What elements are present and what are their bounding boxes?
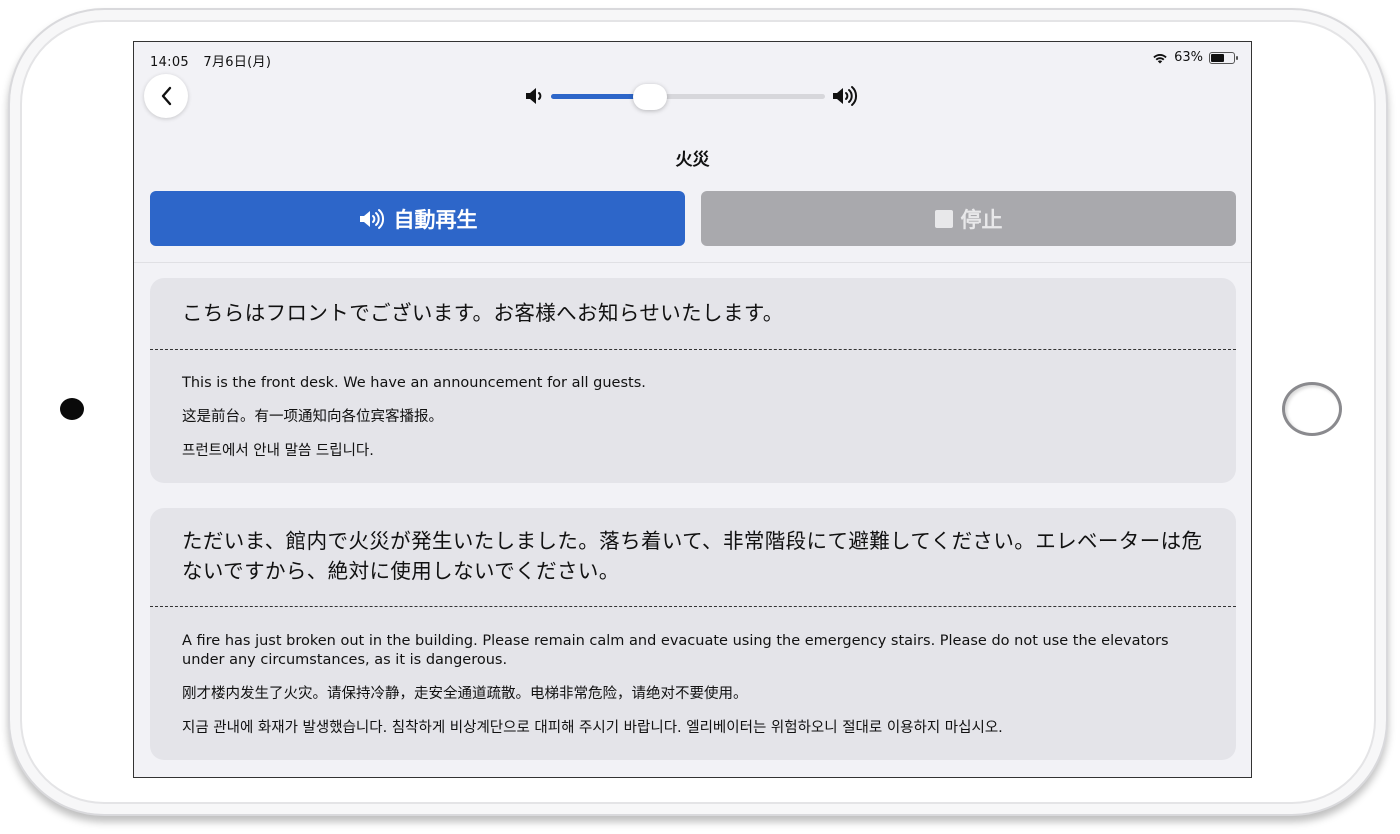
announcement-translations: This is the front desk. We have an annou… bbox=[182, 374, 1196, 476]
battery-icon bbox=[1209, 51, 1238, 64]
status-clock: 14:05 7月6日(月) bbox=[150, 51, 281, 70]
announcement-japanese: こちらはフロントでございます。お客様へお知らせいたします。 bbox=[182, 301, 784, 325]
announcement-translations: A fire has just broken out in the buildi… bbox=[182, 632, 1196, 753]
status-date: 7月6日(月) bbox=[203, 55, 272, 70]
status-time: 14:05 bbox=[150, 55, 189, 70]
volume-track[interactable] bbox=[551, 84, 825, 110]
autoplay-label: 自動再生 bbox=[393, 207, 478, 232]
translation-chinese: 这是前台。有一项通知向各位宾客播报。 bbox=[182, 409, 443, 425]
translation-korean: 지금 관내에 화재가 발생했습니다. 침착하게 비상계단으로 대피해 주시기 바… bbox=[182, 720, 1003, 736]
battery-level bbox=[1211, 53, 1225, 62]
page-title: 火災 bbox=[675, 150, 710, 170]
home-button[interactable] bbox=[1282, 382, 1342, 436]
volume-low-icon[interactable] bbox=[524, 85, 550, 107]
announcement-card[interactable]: ただいま、館内で火災が発生いたしました。落ち着いて、非常階段にて避難してください… bbox=[150, 508, 1236, 760]
stop-button[interactable]: 停止 bbox=[701, 191, 1236, 246]
battery-percent: 63% bbox=[1174, 50, 1203, 65]
dashed-separator bbox=[150, 349, 1236, 350]
wifi-icon bbox=[1153, 53, 1167, 63]
announcement-japanese: ただいま、館内で火災が発生いたしました。落ち着いて、非常階段にて避難してください… bbox=[182, 529, 1203, 583]
stop-icon bbox=[934, 209, 953, 228]
translation-chinese: 刚才楼内发生了火灾。请保持冷静，走安全通道疏散。电梯非常危险，请绝对不要使用。 bbox=[182, 686, 748, 702]
volume-high-icon[interactable] bbox=[832, 85, 858, 107]
translation-english: This is the front desk. We have an annou… bbox=[182, 375, 646, 391]
stop-label: 停止 bbox=[960, 207, 1003, 232]
back-button[interactable] bbox=[144, 74, 188, 118]
translation-korean: 프런트에서 안내 말씀 드립니다. bbox=[182, 443, 374, 459]
speaker-icon bbox=[359, 208, 384, 229]
translation-english: A fire has just broken out in the buildi… bbox=[182, 633, 1169, 668]
volume-slider[interactable] bbox=[524, 82, 864, 110]
front-camera bbox=[60, 398, 84, 420]
app-screen: 14:05 7月6日(月) 63% 火災 自動再生 停止 こちらはフロントでござ… bbox=[133, 41, 1252, 778]
announcement-card[interactable]: こちらはフロントでございます。お客様へお知らせいたします。 This is th… bbox=[150, 278, 1236, 483]
autoplay-button[interactable]: 自動再生 bbox=[150, 191, 685, 246]
volume-thumb[interactable] bbox=[632, 84, 667, 110]
status-indicators: 63% bbox=[1152, 50, 1238, 65]
dashed-separator bbox=[150, 606, 1236, 607]
status-bar: 14:05 7月6日(月) 63% bbox=[134, 42, 1251, 74]
chevron-left-icon bbox=[161, 86, 172, 106]
header-divider bbox=[134, 262, 1251, 263]
